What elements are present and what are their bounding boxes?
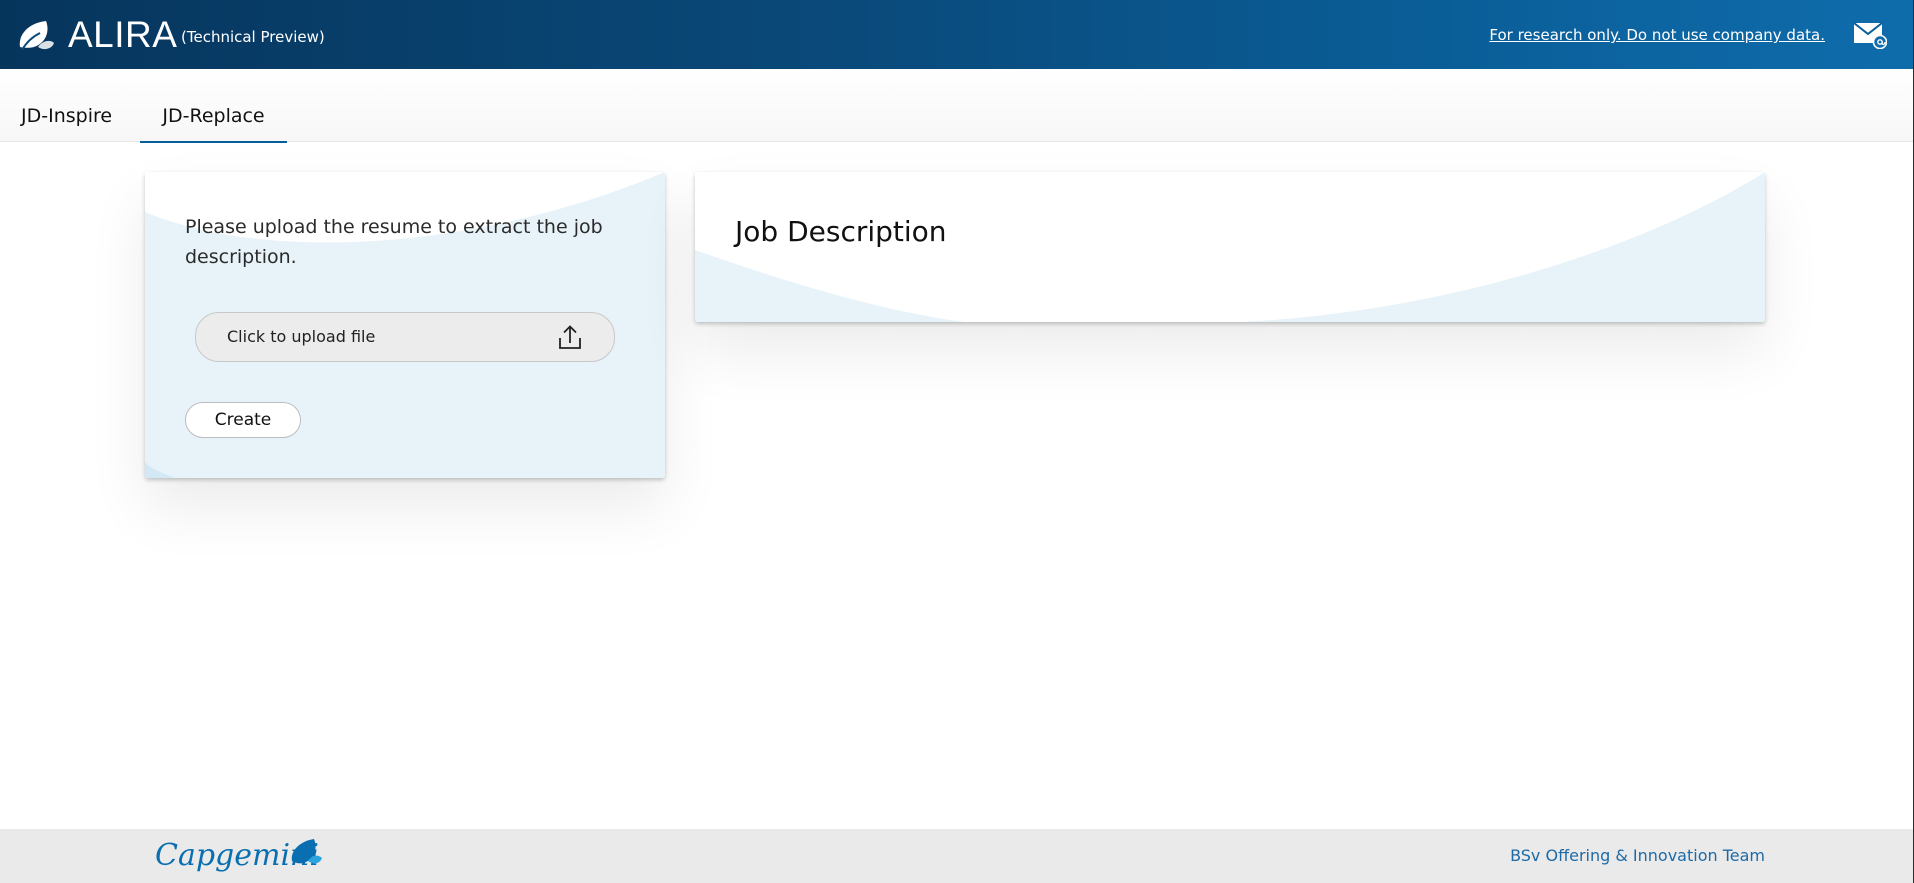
tab-jd-replace[interactable]: JD-Replace bbox=[140, 69, 287, 141]
job-description-card: Job Description bbox=[695, 172, 1765, 322]
upload-icon bbox=[559, 325, 581, 349]
upload-file-button[interactable]: Click to upload file bbox=[195, 312, 615, 362]
active-tab-indicator bbox=[140, 141, 287, 143]
app-title: ALIRA bbox=[68, 14, 178, 55]
footer-team-label: BSv Offering & Innovation Team bbox=[1510, 846, 1765, 865]
capgemini-spade-icon bbox=[291, 839, 322, 864]
upload-file-label: Click to upload file bbox=[227, 327, 376, 346]
app-root: ALIRA (Technical Preview) For research o… bbox=[0, 0, 1914, 883]
upload-card: Please upload the resume to extract the … bbox=[145, 172, 665, 478]
upload-instruction: Please upload the resume to extract the … bbox=[185, 216, 603, 268]
footer: Capgemini BSv Offering & Innovation Team bbox=[0, 829, 1913, 883]
tab-bar: JD-Inspire JD-Replace bbox=[0, 69, 1914, 142]
app-header: ALIRA (Technical Preview) For research o… bbox=[0, 0, 1914, 69]
mail-icon[interactable] bbox=[1853, 21, 1887, 49]
tab-jd-inspire[interactable]: JD-Inspire bbox=[21, 69, 112, 141]
alira-logo-icon bbox=[19, 21, 54, 51]
create-button[interactable]: Create bbox=[185, 402, 301, 438]
research-notice-link[interactable]: For research only. Do not use company da… bbox=[1489, 25, 1825, 45]
job-description-title: Job Description bbox=[735, 215, 947, 248]
app-subtitle: (Technical Preview) bbox=[181, 28, 325, 46]
